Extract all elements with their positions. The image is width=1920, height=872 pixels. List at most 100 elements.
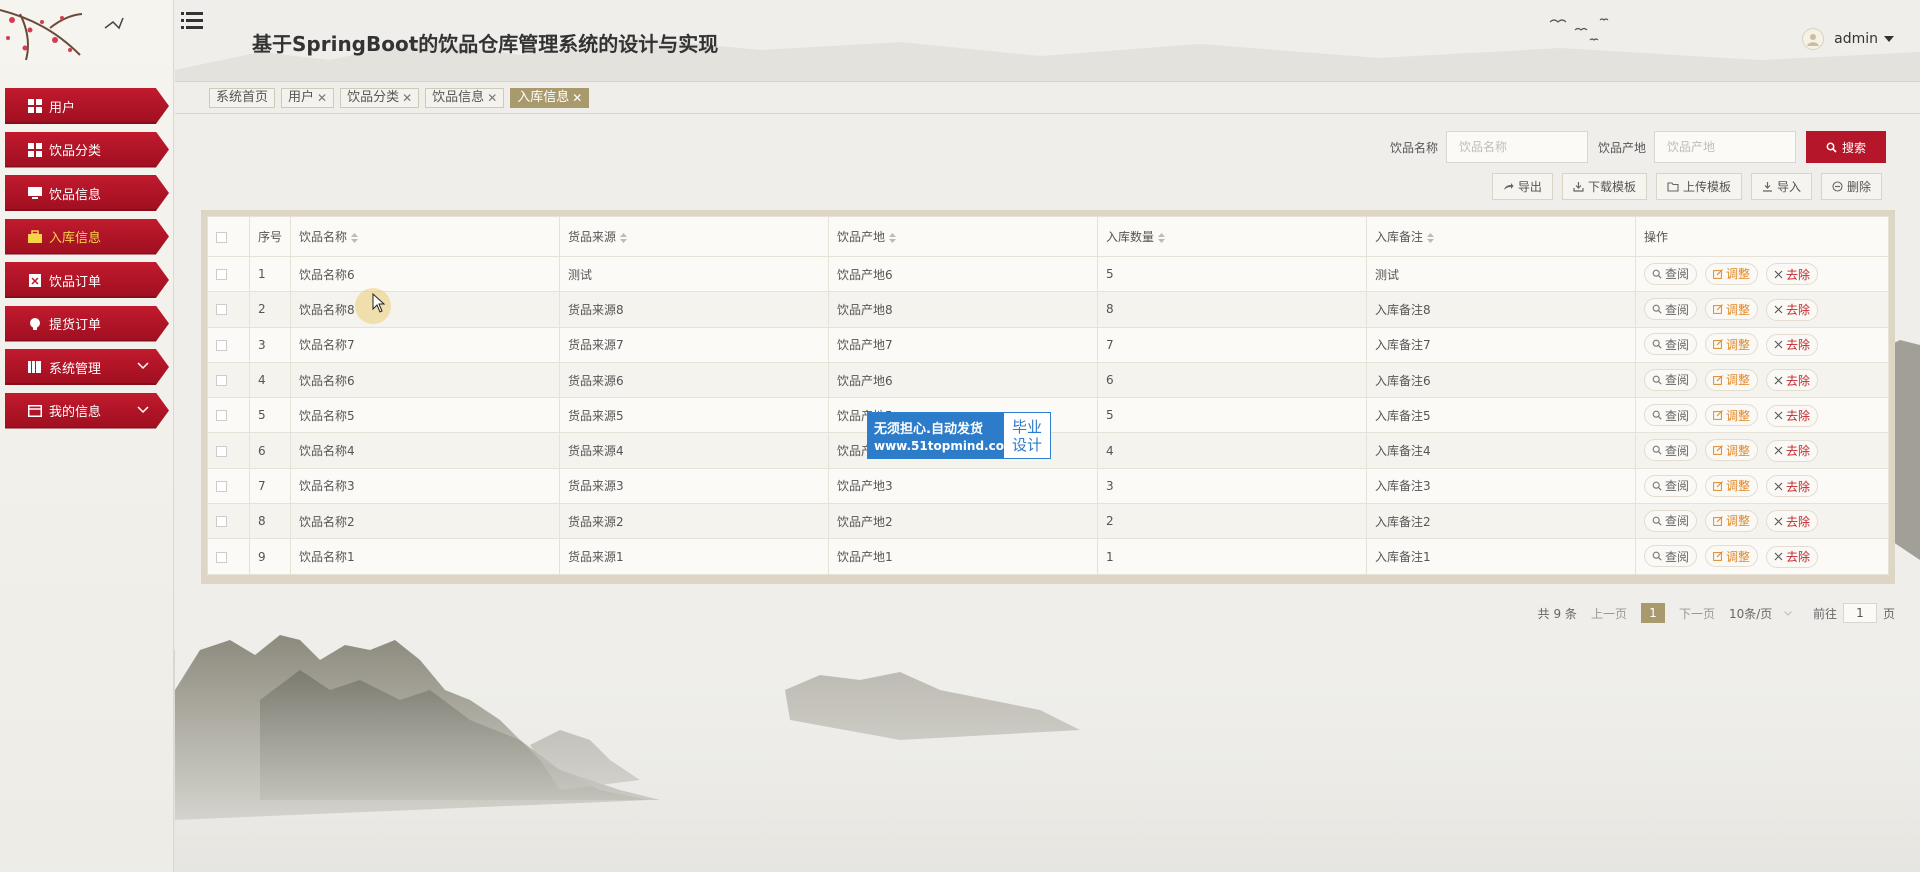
delete-row-button[interactable]: 去除 <box>1766 545 1819 568</box>
tab-stock-in-info[interactable]: 入库信息 ✕ <box>510 88 590 108</box>
sort-icon[interactable] <box>620 232 628 243</box>
row-checkbox[interactable] <box>216 445 227 457</box>
toolbar: 导出 下载模板 上传模板 导入 删除 <box>1483 173 1882 200</box>
edit-label: 调整 <box>1726 514 1751 529</box>
download-template-button[interactable]: 下载模板 <box>1561 173 1647 200</box>
menu-toggle-icon[interactable] <box>181 10 205 32</box>
column-header-remark[interactable]: 入库备注 <box>1366 216 1636 257</box>
edit-button[interactable]: 调整 <box>1705 368 1759 391</box>
row-checkbox[interactable] <box>216 304 227 316</box>
column-header-source[interactable]: 货品来源 <box>559 216 829 257</box>
view-label: 查阅 <box>1665 514 1690 529</box>
column-header-quantity[interactable]: 入库数量 <box>1097 216 1367 257</box>
delete-row-button[interactable]: 去除 <box>1766 439 1819 462</box>
delete-row-button[interactable]: 去除 <box>1766 263 1819 286</box>
sidebar-item-drink-orders[interactable]: 饮品订单 <box>5 262 169 298</box>
view-button[interactable]: 查阅 <box>1644 368 1698 391</box>
edit-button[interactable]: 调整 <box>1705 404 1759 427</box>
sidebar-item-pickup-orders[interactable]: 提货订单 <box>5 305 169 342</box>
export-label: 导出 <box>1517 180 1542 194</box>
delete-row-button[interactable]: 去除 <box>1766 333 1819 356</box>
edit-button[interactable]: 调整 <box>1705 509 1759 532</box>
tabs-divider <box>175 113 1920 114</box>
row-checkbox[interactable] <box>216 410 227 422</box>
page-size-select[interactable]: 10条/页 <box>1729 605 1799 622</box>
cell-quantity: 3 <box>1097 467 1367 505</box>
sidebar-item-drink-info[interactable]: 饮品信息 <box>5 175 169 211</box>
page-number-current[interactable]: 1 <box>1640 603 1665 623</box>
tab-users[interactable]: 用户 ✕ <box>281 88 335 108</box>
cell-drink-name: 饮品名称7 <box>290 326 560 363</box>
sort-icon[interactable] <box>889 232 897 243</box>
upload-template-button[interactable]: 上传模板 <box>1655 173 1742 200</box>
row-checkbox[interactable] <box>216 375 227 387</box>
close-icon[interactable]: ✕ <box>572 89 582 107</box>
sort-icon[interactable] <box>1158 232 1166 243</box>
tab-drink-category[interactable]: 饮品分类 ✕ <box>340 88 420 108</box>
close-icon[interactable]: ✕ <box>487 89 497 107</box>
delete-row-button[interactable]: 去除 <box>1766 510 1819 533</box>
export-button[interactable]: 导出 <box>1491 173 1553 200</box>
edit-button[interactable]: 调整 <box>1705 439 1759 462</box>
view-button[interactable]: 查阅 <box>1644 298 1698 321</box>
search-button[interactable]: 搜索 <box>1806 131 1886 163</box>
chevron-down-icon <box>137 359 149 374</box>
view-button[interactable]: 查阅 <box>1644 439 1698 462</box>
lightbulb-icon <box>27 316 43 332</box>
sort-icon[interactable] <box>351 232 359 243</box>
column-header-index: 序号 <box>249 216 291 257</box>
row-checkbox[interactable] <box>216 516 227 528</box>
sidebar-item-system-management[interactable]: 系统管理 <box>5 349 169 385</box>
drink-name-input[interactable] <box>1445 131 1588 163</box>
row-checkbox[interactable] <box>216 480 227 492</box>
view-button[interactable]: 查阅 <box>1644 333 1698 356</box>
edit-button[interactable]: 调整 <box>1705 333 1759 356</box>
view-button[interactable]: 查阅 <box>1644 404 1698 427</box>
view-button[interactable]: 查阅 <box>1644 545 1698 568</box>
delete-row-button[interactable]: 去除 <box>1766 475 1819 498</box>
next-page-button[interactable]: 下一页 <box>1679 605 1715 622</box>
close-icon[interactable]: ✕ <box>402 89 412 107</box>
prev-page-button[interactable]: 上一页 <box>1591 605 1627 622</box>
close-icon[interactable]: ✕ <box>317 89 327 107</box>
view-label: 查阅 <box>1665 479 1690 494</box>
row-checkbox[interactable] <box>216 269 227 281</box>
column-header-origin[interactable]: 饮品产地 <box>828 216 1098 257</box>
edit-button[interactable]: 调整 <box>1705 262 1759 285</box>
delete-row-button[interactable]: 去除 <box>1766 369 1819 392</box>
delete-row-button[interactable]: 去除 <box>1766 298 1819 321</box>
edit-button[interactable]: 调整 <box>1705 474 1759 497</box>
row-checkbox[interactable] <box>216 339 227 351</box>
sidebar-item-label: 入库信息 <box>49 231 102 246</box>
sidebar-item-drink-category[interactable]: 饮品分类 <box>5 131 169 168</box>
sidebar-item-my-info[interactable]: 我的信息 <box>5 392 169 429</box>
view-button[interactable]: 查阅 <box>1644 509 1698 532</box>
watermark-banner: 无须担心.自动发货 www.51topmind.com 毕业 设计 <box>867 412 1051 459</box>
select-all-checkbox[interactable] <box>216 231 227 243</box>
sidebar-item-stock-in-info[interactable]: 入库信息 <box>5 218 169 255</box>
edit-icon <box>1713 410 1723 420</box>
import-button[interactable]: 导入 <box>1750 173 1812 200</box>
drink-name-label: 饮品名称 <box>1389 140 1438 155</box>
plum-blossom-decoration <box>0 9 124 61</box>
delete-button[interactable]: 删除 <box>1820 173 1882 200</box>
column-header-label: 饮品产地 <box>837 230 886 244</box>
goto-page-input[interactable] <box>1842 603 1877 623</box>
edit-button[interactable]: 调整 <box>1705 545 1759 568</box>
page-tabs: 系统首页 用户 ✕ 饮品分类 ✕ 饮品信息 ✕ 入库信息 ✕ <box>209 88 595 108</box>
table-row: 2 饮品名称8 货品来源8 饮品产地8 8 入库备注8 查阅 调整 去除 <box>207 291 1889 328</box>
sort-icon[interactable] <box>1427 232 1435 243</box>
drink-origin-input[interactable] <box>1654 131 1796 163</box>
view-button[interactable]: 查阅 <box>1644 474 1698 497</box>
sidebar-item-users[interactable]: 用户 <box>5 88 169 124</box>
tab-drink-info[interactable]: 饮品信息 ✕ <box>425 88 505 108</box>
stock-in-table: 序号 饮品名称 货品来源 饮品产地 入库数量 入库备注 操作 1 饮品名称6 测试饮… <box>207 216 1889 575</box>
row-checkbox[interactable] <box>216 551 227 563</box>
view-button[interactable]: 查阅 <box>1644 262 1698 285</box>
delete-row-button[interactable]: 去除 <box>1766 404 1819 427</box>
column-header-drink-name[interactable]: 饮品名称 <box>290 216 560 257</box>
edit-button[interactable]: 调整 <box>1705 298 1759 321</box>
clipboard-icon <box>27 272 43 288</box>
user-menu[interactable]: admin <box>1802 28 1894 50</box>
tab-home[interactable]: 系统首页 <box>209 88 276 108</box>
